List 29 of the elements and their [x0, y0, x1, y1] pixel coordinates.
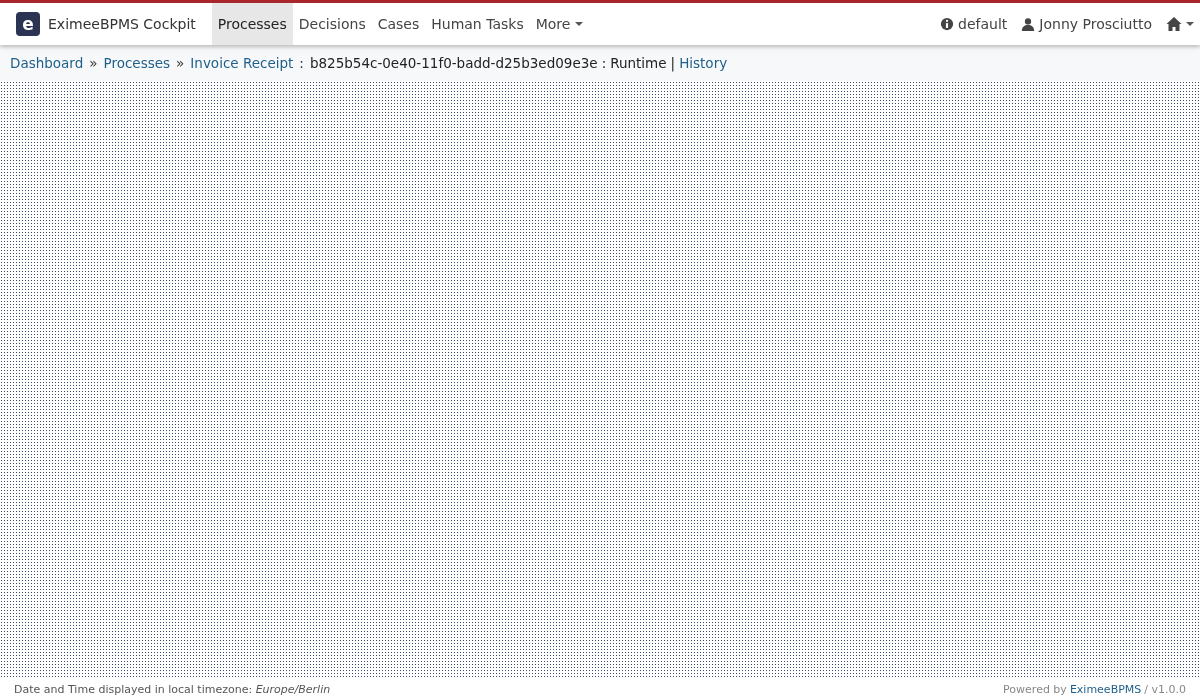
home-icon [1166, 16, 1182, 32]
version-label: / v1.0.0 [1144, 682, 1186, 696]
engine-menu[interactable]: default [940, 16, 1008, 32]
brand-link[interactable]: EximeeBPMS [1069, 682, 1142, 696]
app-title-link[interactable]: EximeeBPMS Cockpit [48, 16, 196, 32]
powered-by-label: Powered by [1003, 682, 1067, 696]
breadcrumb-link[interactable]: Dashboard [10, 55, 84, 71]
nav-link[interactable]: Decisions [292, 3, 372, 45]
logo-icon[interactable]: e [16, 12, 40, 36]
history-link[interactable]: History [679, 55, 728, 71]
home-menu[interactable] [1166, 16, 1194, 32]
breadcrumb-separator: : [601, 55, 607, 71]
breadcrumb-separator: : [299, 55, 304, 71]
user-icon [1021, 17, 1036, 31]
runtime-view-label: Runtime [610, 55, 667, 71]
more-dropdown[interactable]: More [529, 3, 590, 45]
breadcrumb-separator: » [176, 55, 185, 71]
breadcrumb-link[interactable]: Invoice Receipt [190, 55, 294, 71]
nav-link[interactable]: Cases [371, 3, 426, 45]
info-icon [940, 17, 955, 31]
caret-icon [1186, 22, 1194, 26]
user-menu[interactable]: Jonny Prosciutto [1021, 16, 1152, 32]
nav-link[interactable]: Human Tasks [425, 3, 530, 45]
breadcrumb-link[interactable]: Processes [103, 55, 171, 71]
timezone-note: Date and Time displayed in local timezone: Europe/Berlin [14, 682, 331, 696]
view-divider: | [670, 55, 676, 71]
breadcrumb-separator: » [89, 55, 98, 71]
instance-id: b825b54c-0e40-11f0-badd-d25b3ed09e3e [309, 55, 598, 71]
nav-link[interactable]: Processes [211, 3, 293, 45]
